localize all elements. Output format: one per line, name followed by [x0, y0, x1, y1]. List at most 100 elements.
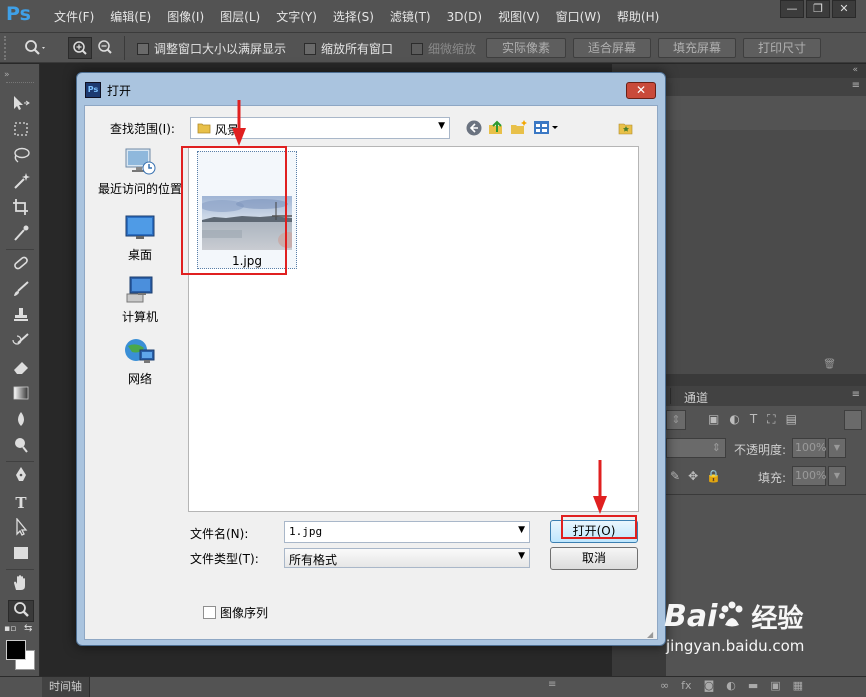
opacity-input[interactable]: 100% [792, 438, 826, 458]
blur-tool-icon[interactable] [8, 410, 34, 432]
lock-all-icon[interactable]: 🔒 [706, 469, 721, 483]
panel-menu-icon[interactable]: ≡ [852, 80, 860, 91]
magic-wand-tool-icon[interactable] [8, 172, 34, 194]
menu-file[interactable]: 文件(F) [46, 8, 102, 25]
menu-3d[interactable]: 3D(D) [439, 10, 490, 24]
swap-colors-icon[interactable]: ⇆ [24, 623, 32, 634]
upper-panel-content [666, 96, 866, 130]
history-brush-tool-icon[interactable] [8, 332, 34, 354]
cancel-button[interactable]: 取消 [550, 547, 638, 570]
panel-menu-icon[interactable]: ≡ [852, 389, 860, 400]
filter-kind-stepper[interactable]: ⇕ [666, 410, 686, 430]
link-layers-icon[interactable]: ∞ [660, 679, 669, 692]
opacity-dropdown[interactable]: ▼ [828, 438, 846, 458]
smart-object-filter-icon[interactable]: ▤ [786, 412, 797, 427]
image-sequence-option[interactable]: 图像序列 [203, 604, 268, 621]
scrubby-zoom-option[interactable]: 细微缩放 [411, 40, 476, 57]
place-network[interactable]: 网络 [95, 336, 185, 387]
zoom-tool-icon[interactable] [24, 39, 46, 60]
pen-tool-icon[interactable] [8, 466, 34, 488]
desktop-shortcut-icon[interactable] [617, 119, 635, 140]
shape-filter-icon[interactable]: ⛶ [767, 412, 775, 427]
up-folder-icon[interactable] [487, 119, 505, 140]
adjustment-layer-icon[interactable]: ◐ [726, 679, 736, 692]
view-menu-icon[interactable] [533, 119, 561, 140]
image-sequence-checkbox[interactable] [203, 606, 216, 619]
rectangle-tool-icon[interactable] [8, 544, 34, 566]
collapse-panels-icon[interactable]: « [852, 65, 858, 75]
clone-stamp-tool-icon[interactable] [8, 306, 34, 328]
fill-dropdown[interactable]: ▼ [828, 466, 846, 486]
tab-channels[interactable]: 通道 [684, 389, 708, 406]
menu-layer[interactable]: 图层(L) [212, 8, 268, 25]
place-desktop[interactable]: 桌面 [95, 212, 185, 263]
fit-window-option[interactable]: 调整窗口大小以满屏显示 [137, 40, 286, 57]
type-tool-icon[interactable]: T [8, 492, 34, 514]
marquee-tool-icon[interactable] [8, 120, 34, 142]
zoom-all-checkbox[interactable] [304, 42, 316, 55]
close-app-button[interactable]: ✕ [832, 0, 856, 18]
filter-toggle[interactable] [844, 410, 862, 430]
minimize-button[interactable]: — [780, 0, 804, 18]
fill-input[interactable]: 100% [792, 466, 826, 486]
new-group-icon[interactable]: ▬ [748, 679, 758, 692]
trash-icon[interactable]: 🗑 [823, 359, 836, 370]
filetype-select[interactable]: 所有格式 ▼ [284, 548, 530, 568]
menu-edit[interactable]: 编辑(E) [102, 8, 159, 25]
lock-position-icon[interactable]: ✥ [688, 469, 698, 483]
dodge-tool-icon[interactable] [8, 436, 34, 458]
resize-grip-icon[interactable]: ◢ [647, 630, 653, 639]
delete-layer-icon[interactable]: ▦ [793, 679, 803, 692]
place-recent[interactable]: 最近访问的位置 [95, 146, 185, 197]
collapse-arrows-icon[interactable]: » [4, 70, 10, 80]
tab-timeline[interactable]: 时间轴 [42, 677, 90, 697]
dialog-title: 打开 [107, 84, 132, 98]
fit-screen-button[interactable]: 适合屏幕 [573, 38, 651, 58]
new-folder-icon[interactable] [510, 119, 528, 140]
adjustment-filter-icon[interactable]: ◐ [729, 412, 739, 427]
back-icon[interactable] [465, 119, 483, 140]
menu-filter[interactable]: 滤镜(T) [382, 8, 439, 25]
actual-pixels-button[interactable]: 实际像素 [486, 38, 566, 58]
filename-input[interactable]: 1.jpg ▼ [284, 521, 530, 543]
timeline-menu-icon[interactable]: ≡ [548, 679, 556, 690]
layer-mask-icon[interactable]: ◙ [704, 679, 715, 692]
type-filter-icon[interactable]: T [750, 412, 757, 427]
hand-tool-icon[interactable] [8, 574, 34, 596]
fill-screen-button[interactable]: 填充屏幕 [658, 38, 736, 58]
gradient-tool-icon[interactable] [8, 384, 34, 406]
place-computer[interactable]: 计算机 [95, 274, 185, 325]
new-layer-icon[interactable]: ▣ [770, 679, 780, 692]
eyedropper-tool-icon[interactable] [8, 224, 34, 246]
move-tool-icon[interactable] [8, 94, 34, 116]
menu-help[interactable]: 帮助(H) [609, 8, 667, 25]
eraser-tool-icon[interactable] [8, 358, 34, 380]
restore-button[interactable]: ❐ [806, 0, 830, 18]
menu-image[interactable]: 图像(I) [159, 8, 212, 25]
default-colors-icon[interactable]: ▪▫ [4, 624, 16, 634]
layer-style-icon[interactable]: fx [681, 679, 691, 692]
image-filter-icon[interactable]: ▣ [708, 412, 719, 427]
menu-window[interactable]: 窗口(W) [548, 8, 609, 25]
fit-window-checkbox[interactable] [137, 42, 149, 55]
crop-tool-icon[interactable] [8, 198, 34, 220]
lasso-tool-icon[interactable] [8, 146, 34, 168]
menu-select[interactable]: 选择(S) [325, 8, 382, 25]
menu-view[interactable]: 视图(V) [490, 8, 548, 25]
healing-brush-tool-icon[interactable] [8, 254, 34, 276]
menu-type[interactable]: 文字(Y) [268, 8, 325, 25]
look-in-select[interactable]: 风景 ▼ [190, 117, 450, 139]
path-selection-tool-icon[interactable] [8, 517, 34, 540]
brush-tool-icon[interactable] [8, 280, 34, 302]
dialog-close-button[interactable]: ✕ [626, 82, 656, 99]
foreground-color-swatch[interactable] [6, 640, 26, 660]
upper-panel-body: 🗑 [666, 130, 866, 374]
lock-paint-icon[interactable]: ✎ [670, 469, 680, 483]
zoom-tool-active-icon[interactable] [8, 600, 34, 622]
scrubby-zoom-checkbox[interactable] [411, 42, 423, 55]
zoom-out-button[interactable] [94, 37, 118, 59]
print-size-button[interactable]: 打印尺寸 [743, 38, 821, 58]
zoom-in-button[interactable] [68, 37, 92, 59]
zoom-all-option[interactable]: 缩放所有窗口 [304, 40, 393, 57]
blend-mode-select[interactable]: ⇕ [666, 438, 726, 458]
